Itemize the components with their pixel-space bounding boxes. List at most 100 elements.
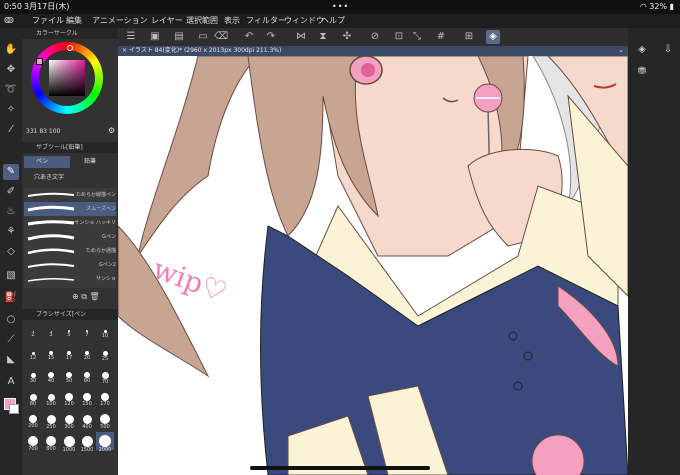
home-indicator[interactable] (250, 466, 430, 470)
canvas-tab[interactable]: × イラスト 84(変化)* (2960 x 2013px 300dpi 211… (118, 46, 628, 56)
save-icon[interactable]: ▭ (196, 30, 210, 44)
grid-icon[interactable]: # (434, 30, 448, 44)
brush-size-option[interactable]: 2000 (96, 432, 114, 453)
layer-props-icon[interactable]: ⛃ (634, 64, 650, 80)
eraser-icon[interactable]: ◇ (3, 244, 19, 260)
transform-icon[interactable]: ⧗ (316, 30, 330, 44)
brush-size-option[interactable]: 30 (24, 366, 42, 384)
wand-icon[interactable]: ✧ (3, 102, 19, 118)
menu-window[interactable]: ウィンドウ (284, 14, 324, 28)
trash-icon[interactable]: ⌫ (214, 30, 228, 44)
brush-size-label: 7 (85, 332, 89, 338)
brush-size-option[interactable]: 250 (42, 410, 60, 430)
settings-icon[interactable]: ⚙ (108, 126, 115, 135)
color-wheel[interactable] (31, 42, 103, 114)
brush-size-option[interactable]: 3 (42, 322, 60, 340)
brush-size-option[interactable]: 500 (96, 410, 114, 430)
expand-icon[interactable]: ⤡ (410, 30, 424, 44)
brush-size-option[interactable]: 80 (24, 388, 42, 407)
brush-size-option[interactable]: 10 (96, 322, 114, 340)
brush-size-option[interactable]: 5 (60, 322, 78, 340)
brush-item[interactable]: ためらか通描 (24, 244, 116, 258)
menu-file[interactable]: ファイル (32, 14, 64, 28)
menu-animation[interactable]: アニメーション (92, 14, 148, 28)
fill-icon[interactable]: ✣ (340, 30, 354, 44)
brush-item[interactable]: Gペン (24, 230, 116, 244)
pan-icon[interactable]: ✥ (3, 62, 19, 78)
brush-size-option[interactable]: 40 (42, 366, 60, 384)
fill-bucket-icon[interactable]: ⛽ (3, 290, 19, 306)
brush-item[interactable]: ためらか線描ペン (24, 188, 116, 202)
brush-size-option[interactable]: 100 (42, 388, 60, 407)
reference-icon[interactable]: ⊞ (462, 30, 476, 44)
canvas-icon[interactable]: ▣ (148, 30, 162, 44)
menu-selection[interactable]: 選択範囲 (186, 14, 218, 28)
chevron-down-icon[interactable]: ⌄ (618, 46, 628, 56)
brush-size-option[interactable]: 25 (96, 344, 114, 362)
color-chip[interactable] (36, 58, 43, 65)
blend-icon[interactable]: ▧ (3, 268, 19, 284)
app-logo-icon[interactable]: ↂ (4, 14, 14, 28)
brush-size-option[interactable]: 1000 (60, 432, 78, 453)
brush-size-option[interactable]: 2 (24, 322, 42, 340)
layer-stack-icon[interactable]: ◈ (486, 30, 500, 44)
brush-size-label: 120 (64, 401, 74, 407)
brush-size-option[interactable]: 150 (78, 388, 96, 407)
deselect-icon[interactable]: ⊘ (368, 30, 382, 44)
menu-toggle-icon[interactable]: ☰ (124, 30, 138, 44)
move-icon[interactable]: ✋ (3, 42, 19, 58)
brush-size-option[interactable]: 50 (60, 366, 78, 384)
text-icon[interactable]: A (3, 374, 19, 390)
menu-help[interactable]: ヘルプ (321, 14, 345, 28)
airbrush-icon[interactable]: ⚘ (3, 224, 19, 240)
brush-icon[interactable]: ♨ (3, 204, 19, 220)
brush-size-option[interactable]: 300 (60, 410, 78, 430)
brush-size-option[interactable]: 400 (78, 410, 96, 430)
eyedropper-icon[interactable]: ⁄ (3, 122, 19, 138)
brush-size-label: 40 (47, 378, 55, 384)
brush-item[interactable]: スムーズペン (24, 202, 116, 216)
brush-size-option[interactable]: 60 (78, 366, 96, 384)
brush-size-option[interactable]: 200 (24, 410, 42, 429)
mode-icon[interactable]: ▤ (172, 30, 186, 44)
redo-icon[interactable]: ↷ (264, 30, 278, 44)
brush-size-option[interactable]: 20 (78, 344, 96, 362)
export-icon[interactable]: ⇩ (660, 42, 676, 58)
brush-size-option[interactable]: 17 (60, 344, 78, 362)
hue-handle[interactable] (67, 45, 73, 51)
crop-icon[interactable]: ⊡ (392, 30, 406, 44)
tab-blend[interactable]: 穴あき文字 (24, 172, 70, 184)
lasso-icon[interactable]: ➰ (3, 82, 19, 98)
tab-pencil[interactable]: 鉛筆 (72, 156, 116, 168)
menu-layer[interactable]: レイヤー (151, 14, 183, 28)
brush-size-option[interactable]: 70 (96, 366, 114, 385)
drawing-canvas[interactable]: wip♡ (118, 56, 628, 475)
menu-view[interactable]: 表示 (224, 14, 240, 28)
layers-icon[interactable]: ◈ (634, 42, 650, 58)
undo-icon[interactable]: ↶ (242, 30, 256, 44)
brush-item[interactable]: サンショ ハッキリ (24, 216, 116, 230)
multitask-dots[interactable]: ••• (332, 0, 349, 14)
tab-pen[interactable]: ペン (24, 156, 70, 168)
pencil-icon[interactable]: ✐ (3, 184, 19, 200)
saturation-square[interactable] (49, 60, 85, 96)
brush-size-option[interactable]: 700 (24, 432, 42, 452)
line-icon[interactable]: ⟋ (3, 332, 19, 348)
brush-size-option[interactable]: 7 (78, 322, 96, 340)
pen-icon[interactable]: ✎ (3, 164, 19, 180)
brush-size-option[interactable]: 1500 (78, 432, 96, 453)
sub-color-swatch[interactable] (9, 404, 19, 414)
flip-icon[interactable]: ⋈ (294, 30, 308, 44)
brush-size-option[interactable]: 800 (42, 432, 60, 452)
brush-size-option[interactable]: 15 (42, 344, 60, 362)
brush-list-actions[interactable]: ⊕ ⧉ 🗑 (72, 292, 100, 302)
shape-icon[interactable]: ○ (3, 312, 19, 328)
brush-item[interactable]: サンショ (24, 272, 116, 286)
menu-edit[interactable]: 編集 (66, 14, 82, 28)
brush-size-option[interactable]: 170 (96, 388, 114, 407)
brush-item[interactable]: Gペン2 (24, 258, 116, 272)
brush-size-option[interactable]: 120 (60, 388, 78, 407)
menu-filter[interactable]: フィルター (246, 14, 286, 28)
polygon-icon[interactable]: ◣ (3, 352, 19, 368)
brush-size-option[interactable]: 12 (24, 344, 42, 362)
